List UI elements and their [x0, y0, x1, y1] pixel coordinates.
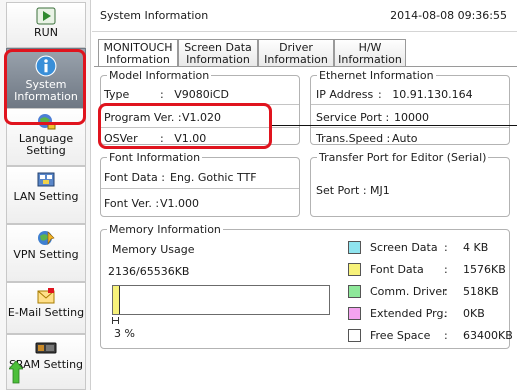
swatch-extended-prg: [348, 307, 361, 320]
legend-screen-data: Screen Data : 4 KB: [348, 241, 498, 255]
legend-free-space: Free Space : 63400KB: [348, 329, 513, 343]
sidebar-item-sram-setting[interactable]: SRAM Setting: [6, 334, 86, 390]
trans-speed-label: Trans.Speed :: [316, 132, 391, 145]
sidebar-item-label: System Information: [14, 78, 78, 103]
page-title: System Information: [100, 9, 209, 22]
sidebar-item-run[interactable]: RUN: [6, 2, 86, 48]
group-legend: Font Information: [109, 151, 201, 164]
program-ver-label: Program Ver. :: [104, 111, 182, 124]
legend-name: Font Data: [370, 263, 424, 276]
tab-hw-information[interactable]: H/W Information: [334, 39, 406, 67]
sidebar-item-vpn-setting[interactable]: VPN Setting: [6, 224, 86, 282]
tab-label-line2: Information: [186, 53, 250, 66]
type-value: : V9080iCD: [160, 88, 229, 101]
legend-value: 63400KB: [463, 329, 513, 342]
memory-usage-fill: [113, 286, 121, 314]
legend-colon: :: [444, 329, 448, 342]
tab-driver-information[interactable]: Driver Information: [258, 39, 334, 67]
legend-name: Extended Prg.: [370, 307, 447, 320]
font-data-label: Font Data :: [104, 171, 165, 184]
group-legend: Model Information: [109, 69, 210, 82]
os-ver-label: OSVer: [104, 132, 138, 145]
row-divider: [311, 104, 509, 105]
service-port-value: 10000: [394, 111, 429, 124]
tab-label-line2: Information: [338, 53, 402, 66]
lan-icon: [37, 172, 55, 187]
sidebar-item-language-setting[interactable]: Language Setting: [6, 108, 86, 166]
legend-value: 1576KB: [463, 263, 506, 276]
sidebar-item-system-information[interactable]: System Information: [6, 48, 86, 108]
sidebar-item-label: Language Setting: [18, 132, 74, 157]
info-icon: [35, 55, 57, 77]
run-icon: [36, 7, 56, 25]
sidebar-item-label: RUN: [34, 26, 58, 39]
legend-colon: :: [444, 263, 448, 276]
pointer-line: [272, 125, 517, 126]
set-port-value: MJ1: [370, 184, 390, 197]
sidebar: RUN System Information Language Setting …: [0, 0, 91, 390]
legend-name: Screen Data: [370, 241, 438, 254]
row-divider: [311, 127, 509, 128]
sidebar-item-email-setting[interactable]: E-Mail Setting: [6, 282, 86, 334]
row-divider: [101, 127, 299, 128]
arrow-up-icon: [9, 360, 23, 384]
program-ver-value: V1.020: [182, 111, 222, 124]
legend-value: 0KB: [463, 307, 485, 320]
sram-icon: [35, 342, 57, 354]
content-panel: Model Information Type : V9080iCD Progra…: [94, 66, 517, 390]
swatch-comm-driver: [348, 285, 361, 298]
memory-usage-label: Memory Usage: [112, 243, 195, 256]
tab-label-line2: Information: [106, 53, 170, 66]
legend-value: 518KB: [463, 285, 499, 298]
swatch-free-space: [348, 329, 361, 342]
ip-address-label: IP Address: [316, 88, 374, 101]
row-divider: [101, 188, 299, 189]
swatch-screen-data: [348, 241, 361, 254]
sidebar-item-label: VPN Setting: [13, 248, 79, 261]
legend-extended-prg: Extended Prg. : 0KB: [348, 307, 498, 321]
vpn-icon: [38, 231, 55, 246]
datetime: 2014-08-08 09:36:55: [390, 9, 507, 22]
tab-label-line2: Information: [264, 53, 328, 66]
os-ver-value: : V1.00: [160, 132, 207, 145]
type-label: Type: [104, 88, 130, 101]
font-ver-value: V1.000: [160, 197, 200, 210]
mail-icon: [37, 288, 55, 304]
legend-colon: :: [444, 307, 448, 320]
legend-colon: :: [444, 285, 448, 298]
legend-font-data: Font Data : 1576KB: [348, 263, 506, 277]
sidebar-item-label: E-Mail Setting: [7, 306, 85, 319]
language-icon: [38, 114, 56, 130]
sidebar-item-lan-setting[interactable]: LAN Setting: [6, 166, 86, 224]
group-legend: Transfer Port for Editor (Serial): [319, 151, 487, 164]
legend-name: Free Space: [370, 329, 431, 342]
group-legend: Ethernet Information: [319, 69, 434, 82]
sidebar-item-label: LAN Setting: [13, 190, 79, 203]
font-ver-label: Font Ver. :: [104, 197, 160, 210]
font-data-value: Eng. Gothic TTF: [170, 171, 257, 184]
tab-screen-data-information[interactable]: Screen Data Information: [178, 39, 258, 67]
set-port-label: Set Port :: [316, 184, 367, 197]
tab-monitouch-information[interactable]: MONITOUCH Information: [98, 39, 178, 69]
swatch-font-data: [348, 263, 361, 276]
legend-comm-driver: Comm. Driver : 518KB: [348, 285, 499, 299]
trans-speed-value: Auto: [392, 132, 418, 145]
header-bar: System Information 2014-08-08 09:36:55: [92, 0, 517, 32]
bar-tick: [118, 317, 119, 324]
legend-value: 4 KB: [463, 241, 489, 254]
memory-usage-bar: [112, 285, 330, 315]
legend-name: Comm. Driver: [370, 285, 447, 298]
group-legend: Memory Information: [109, 223, 221, 236]
ip-address-value: : 10.91.130.164: [378, 88, 473, 101]
memory-usage-value: 2136/65536KB: [108, 265, 190, 278]
row-divider: [101, 104, 299, 105]
memory-percent: 3 %: [114, 327, 135, 340]
service-port-label: Service Port :: [316, 111, 390, 124]
legend-colon: :: [444, 241, 448, 254]
